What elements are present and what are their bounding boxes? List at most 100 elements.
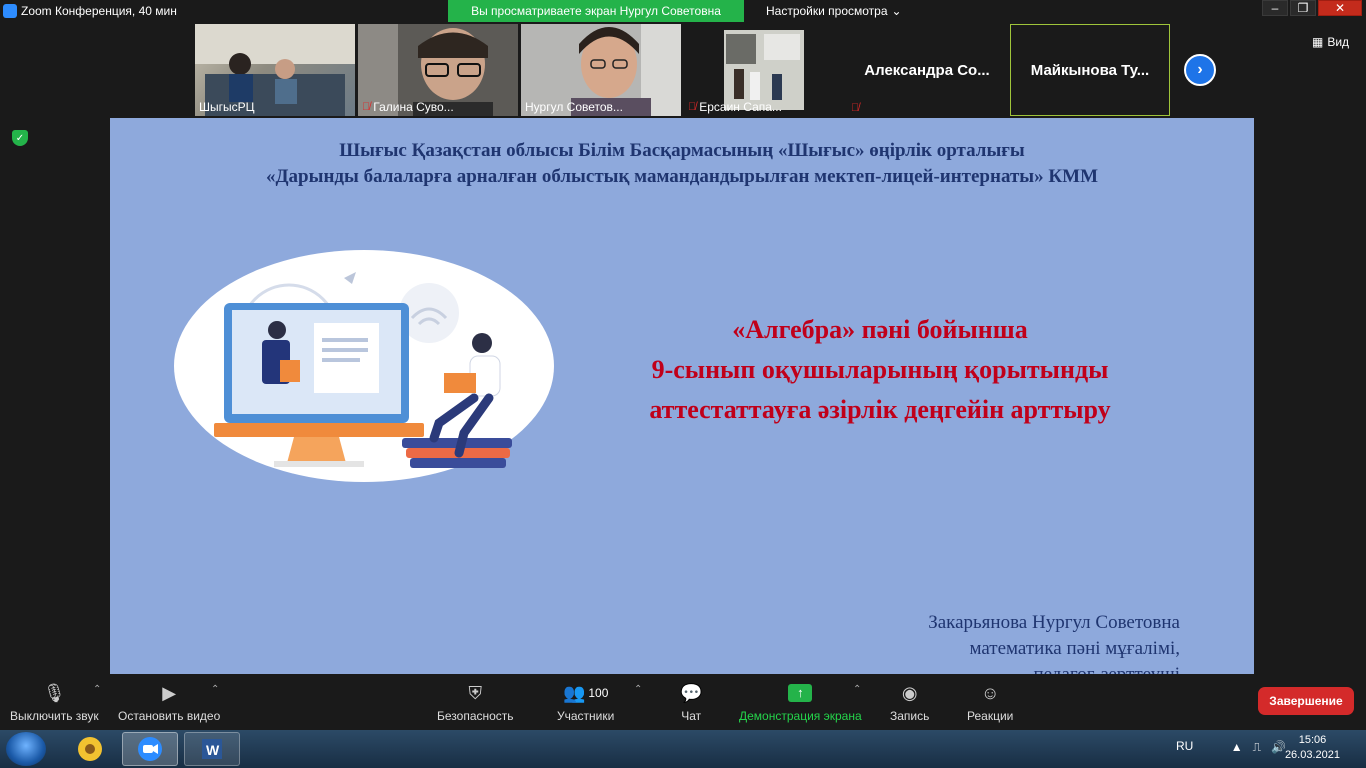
clock-date: 26.03.2021 [1284,749,1340,761]
language-indicator[interactable]: RU [1176,739,1193,753]
meeting-toolbar: 🎙 Выключить звук ⌃ ▶ Остановить видео ⌃ … [0,674,1366,730]
participants-count: 100 [588,686,609,700]
smiley-plus-icon: ☺ [980,682,1000,703]
view-options-label: Настройки просмотра [766,4,888,18]
online-learning-illustration [174,250,554,482]
participants-button[interactable]: 👥 100 Участники [557,680,615,724]
chat-button[interactable]: 💬 Чат [680,680,703,724]
participants-options-caret[interactable]: ⌃ [634,684,642,695]
mic-muted-icon: 🎙̸ [851,102,860,114]
mic-muted-icon: 🎙̸ [688,101,697,113]
participant-label: Нургул Советов... [525,100,623,114]
volume-icon[interactable]: 🔊 [1271,740,1286,755]
slide-author-role: математика пәні мұғалімі, [969,638,1180,659]
participant-name: Майкынова Ту... [1030,61,1150,79]
video-camera-icon: ▶ [162,682,177,703]
window-controls: – ❐ ✕ [1262,0,1362,16]
end-meeting-button[interactable]: Завершение [1258,687,1354,715]
slide-org-header: Шығыс Қазақстан облысы Білім Басқармасын… [110,138,1254,190]
slide-author-role2: педагог-зерттеуші [928,662,1180,674]
view-button-label: Вид [1327,35,1350,49]
stop-video-button[interactable]: ▶ Остановить видео [118,680,221,724]
share-options-caret[interactable]: ⌃ [853,684,861,695]
minimize-icon: – [1271,1,1279,15]
network-icon[interactable]: ⎍ [1253,740,1261,755]
close-icon: ✕ [1334,1,1346,15]
taskbar-zoom-button[interactable] [122,732,178,766]
mute-label: Выключить звук [10,709,99,723]
slide-title-line1: «Алгебра» пәні бойынша [732,315,1028,344]
share-screen-label: Демонстрация экрана [739,709,862,723]
participant-tile[interactable]: Александра Со... 🎙̸ [847,24,1007,116]
security-button[interactable]: ⛨ Безопасность [437,680,514,724]
stop-video-label: Остановить видео [118,709,221,723]
end-meeting-label: Завершение [1269,694,1343,708]
taskbar-app-button[interactable] [62,732,118,766]
svg-text:W: W [206,742,220,758]
windows-taskbar: W RU ▲ ⎍ 🔊 15:06 26.03.2021 [0,730,1366,768]
zoom-app-icon [3,4,17,18]
reactions-button[interactable]: ☺ Реакции [967,680,1014,724]
zoom-icon [138,737,162,761]
microphone-icon: 🎙 [42,682,66,703]
share-screen-button[interactable]: ↑ Демонстрация экрана [739,680,862,723]
encryption-shield-icon[interactable]: ✓ [12,130,28,146]
restore-icon: ❐ [1297,1,1309,15]
taskbar-word-button[interactable]: W [184,732,240,766]
chevron-down-icon: ⌄ [891,4,902,18]
sunflower-app-icon [78,737,102,761]
restore-button[interactable]: ❐ [1290,0,1316,16]
slide-author-block: Закарьянова Нургул Советовна математика … [928,610,1180,674]
slide-org-line1: Шығыс Қазақстан облысы Білім Басқармасын… [339,140,1025,161]
participant-tile[interactable]: 🎙̸ Галина Суво... [358,24,518,116]
share-screen-icon: ↑ [788,680,813,706]
slide-author-name: Закарьянова Нургул Советовна [928,612,1180,633]
close-button[interactable]: ✕ [1318,0,1362,16]
clock-time: 15:06 [1298,734,1327,746]
participant-name: Галина Суво... [373,100,454,114]
reactions-label: Реакции [967,709,1014,723]
tray-expand-icon[interactable]: ▲ [1231,740,1243,755]
shared-screen-slide: Шығыс Қазақстан облысы Білім Басқармасын… [110,118,1254,674]
audio-options-caret[interactable]: ⌃ [93,684,101,695]
active-speaker-tile[interactable]: Майкынова Ту... [1010,24,1170,116]
participant-tile[interactable]: ШыгысРЦ [195,24,355,116]
record-label: Запись [890,709,930,723]
slide-main-title: «Алгебра» пәні бойынша 9-сынып оқушылары… [580,310,1180,430]
word-icon: W [202,739,222,759]
tray-icons: ▲ ⎍ 🔊 [1231,740,1286,755]
slide-title-line3: аттестаттауға әзірлік деңгейін арттыру [649,395,1111,424]
next-page-button[interactable]: › [1184,54,1216,86]
minimize-button[interactable]: – [1262,0,1288,16]
view-button[interactable]: ▦ Вид [1312,35,1349,49]
participant-tile[interactable]: Нургул Советов... [521,24,681,116]
title-bar: Zoom Конференция, 40 мин Вы просматривае… [0,0,1366,22]
chevron-right-icon: › [1197,61,1203,78]
slide-title-line2: 9-сынып оқушыларының қорытынды [651,355,1109,384]
participants-strip: ШыгысРЦ 🎙̸ Галина Суво... Нургул Советов… [0,24,1366,116]
participant-tile[interactable]: 🎙̸ Ерсаин Сапа... [684,24,844,116]
slide-org-line2: «Дарынды балаларға арналған облыстық мам… [265,166,1099,187]
share-banner-text: Вы просматриваете экран Нургул Советовна [471,4,721,18]
chat-label: Чат [681,709,702,723]
record-icon: ◉ [901,682,918,703]
window-title: Zoom Конференция, 40 мин [21,4,177,18]
security-label: Безопасность [437,709,514,723]
taskbar-clock[interactable]: 15:06 26.03.2021 [1285,733,1340,763]
share-banner: Вы просматриваете экран Нургул Советовна [448,0,744,22]
grid-icon: ▦ [1312,35,1324,49]
participants-icon: 👥 100 [562,682,609,703]
chat-bubble-icon: 💬 [680,682,703,703]
participant-name: Александра Со... [864,61,990,79]
mute-button[interactable]: 🎙 Выключить звук [10,680,99,724]
record-button[interactable]: ◉ Запись [890,680,930,724]
start-button[interactable] [6,732,46,766]
shield-icon: ⛨ [468,682,483,703]
participant-label: 🎙̸ Галина Суво... [362,100,454,114]
view-options-button[interactable]: Настройки просмотра ⌄ [766,0,902,22]
participants-label: Участники [557,709,615,723]
participant-name: Нургул Советов... [525,100,623,114]
video-options-caret[interactable]: ⌃ [211,684,219,695]
mic-muted-icon: 🎙̸ [362,101,371,113]
zoom-window: Zoom Конференция, 40 мин Вы просматривае… [0,0,1366,730]
